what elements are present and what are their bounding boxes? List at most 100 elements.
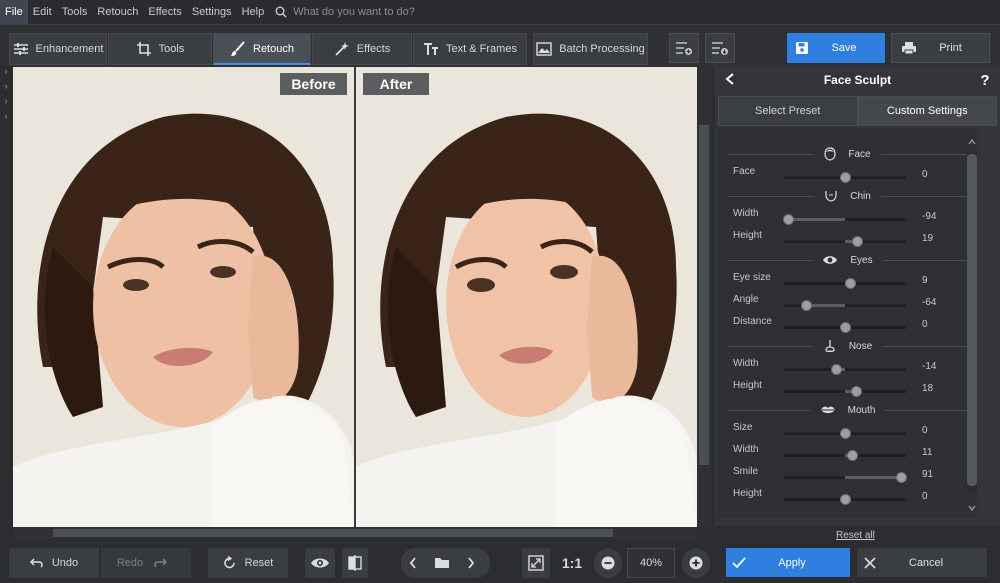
next-arrow-icon[interactable] [461,557,489,569]
slider-value: -94 [922,211,937,222]
menu-file[interactable]: File [0,0,28,24]
slider-track[interactable] [784,428,906,439]
tab-select-preset[interactable]: Select Preset [718,96,858,126]
crop-icon [136,42,151,56]
slider-handle[interactable] [846,450,858,461]
cancel-button[interactable]: Cancel [857,548,987,577]
slider-handle[interactable] [840,322,851,333]
reset-button[interactable]: Reset [208,548,288,578]
cancel-label: Cancel [908,556,944,569]
slider-label: Distance [733,316,772,327]
search-placeholder: What do you want to do? [293,6,415,18]
slider-handle[interactable] [895,472,907,483]
reset-icon [223,556,235,569]
expand-arrow-icon[interactable]: › [0,96,12,111]
canvas-horizontal-scrollbar[interactable] [13,527,697,539]
tab-enhancement[interactable]: Enhancement [9,33,107,65]
actual-size-button[interactable]: 1:1 [557,548,587,578]
slider-handle[interactable] [840,428,851,439]
slider-label: Height [733,230,762,241]
slider-row-mouth-width: Width 11 [718,444,977,462]
menu-settings[interactable]: Settings [187,0,237,24]
menu-edit[interactable]: Edit [28,0,57,24]
help-icon[interactable]: ? [970,72,1000,89]
scroll-thumb[interactable] [699,125,709,465]
slider-track[interactable] [784,300,906,311]
compare-view-button[interactable] [342,548,368,578]
slider-track[interactable] [784,322,906,333]
slider-track[interactable] [784,494,906,505]
adjust-add-button[interactable] [669,33,699,63]
scroll-thumb[interactable] [53,529,613,537]
expand-arrow-icon[interactable]: › [0,66,12,81]
panel-header: Face Sculpt ? [715,66,1000,94]
scroll-thumb[interactable] [967,154,977,486]
tab-batch-processing[interactable]: Batch Processing [533,33,648,65]
slider-handle[interactable] [831,364,843,375]
menu-help[interactable]: Help [237,0,270,24]
menu-effects[interactable]: Effects [143,0,186,24]
slider-handle[interactable] [782,214,794,225]
tab-text-frames[interactable]: Text & Frames [413,33,527,65]
menu-tools[interactable]: Tools [57,0,93,24]
slider-track[interactable] [784,450,906,461]
slider-row-eyes-distance: Distance 0 [718,316,977,334]
adjust-download-button[interactable] [705,33,735,63]
panel-scrollbar[interactable] [965,136,979,516]
slider-track[interactable] [782,214,906,225]
section-header-eyes: Eyes [718,252,977,268]
slider-handle[interactable] [845,278,857,289]
redo-icon [154,558,168,568]
slider-handle[interactable] [850,386,862,397]
apply-button[interactable]: Apply [726,548,850,577]
prev-arrow-icon[interactable] [403,557,431,569]
sliders-list: Face Face 0 Chin Width -94 Height 19 Eyes Eye siz… [718,128,977,518]
back-arrow-icon[interactable] [715,72,745,88]
slider-handle[interactable] [840,172,851,183]
save-button[interactable]: Save [787,33,885,63]
slider-handle[interactable] [800,300,812,311]
slider-handle[interactable] [840,494,851,505]
reset-all-link[interactable]: Reset all [836,530,875,541]
tab-retouch[interactable]: Retouch [213,33,311,65]
zoom-input[interactable]: 40% [627,548,675,578]
image-canvas[interactable]: Before After [13,67,697,527]
tab-custom-settings[interactable]: Custom Settings [857,96,997,126]
slider-track[interactable] [784,472,907,483]
slider-track[interactable] [784,364,906,375]
search-icon [275,6,287,18]
undo-button[interactable]: Undo [9,548,99,578]
slider-row-nose-width: Width -14 [718,358,977,376]
fit-screen-icon [528,555,544,571]
slider-label: Face [733,166,756,177]
search-box[interactable]: What do you want to do? [275,6,415,18]
fit-to-screen-button[interactable] [522,548,550,578]
redo-button[interactable]: Redo [101,548,191,578]
minus-icon [601,556,615,570]
expand-arrow-icon[interactable]: › [0,111,12,126]
tab-effects[interactable]: Effects [312,33,412,65]
check-icon [732,556,746,568]
print-button[interactable]: Print [891,33,990,63]
section-title: Eyes [850,254,873,266]
slider-track[interactable] [784,236,906,247]
slider-handle[interactable] [851,236,863,247]
sliders-plus-icon [676,42,692,55]
slider-track[interactable] [784,172,906,183]
preview-toggle-button[interactable] [305,548,335,578]
slider-track[interactable] [784,386,906,397]
slider-value: 9 [922,275,928,286]
folder-icon[interactable] [431,557,461,569]
before-label: Before [280,73,347,95]
brush-icon [231,40,245,56]
slider-track[interactable] [784,278,906,289]
expand-arrow-icon[interactable]: › [0,81,12,96]
zoom-in-button[interactable] [682,548,710,578]
section-title: Face [848,148,871,160]
tab-tools[interactable]: Tools [108,33,212,65]
menu-retouch[interactable]: Retouch [92,0,143,24]
face-sculpt-panel: Face Sculpt ? Select Preset Custom Setti… [715,66,1000,526]
zoom-out-button[interactable] [594,548,622,578]
panel-title: Face Sculpt [823,73,892,87]
canvas-vertical-scrollbar[interactable] [697,67,711,527]
